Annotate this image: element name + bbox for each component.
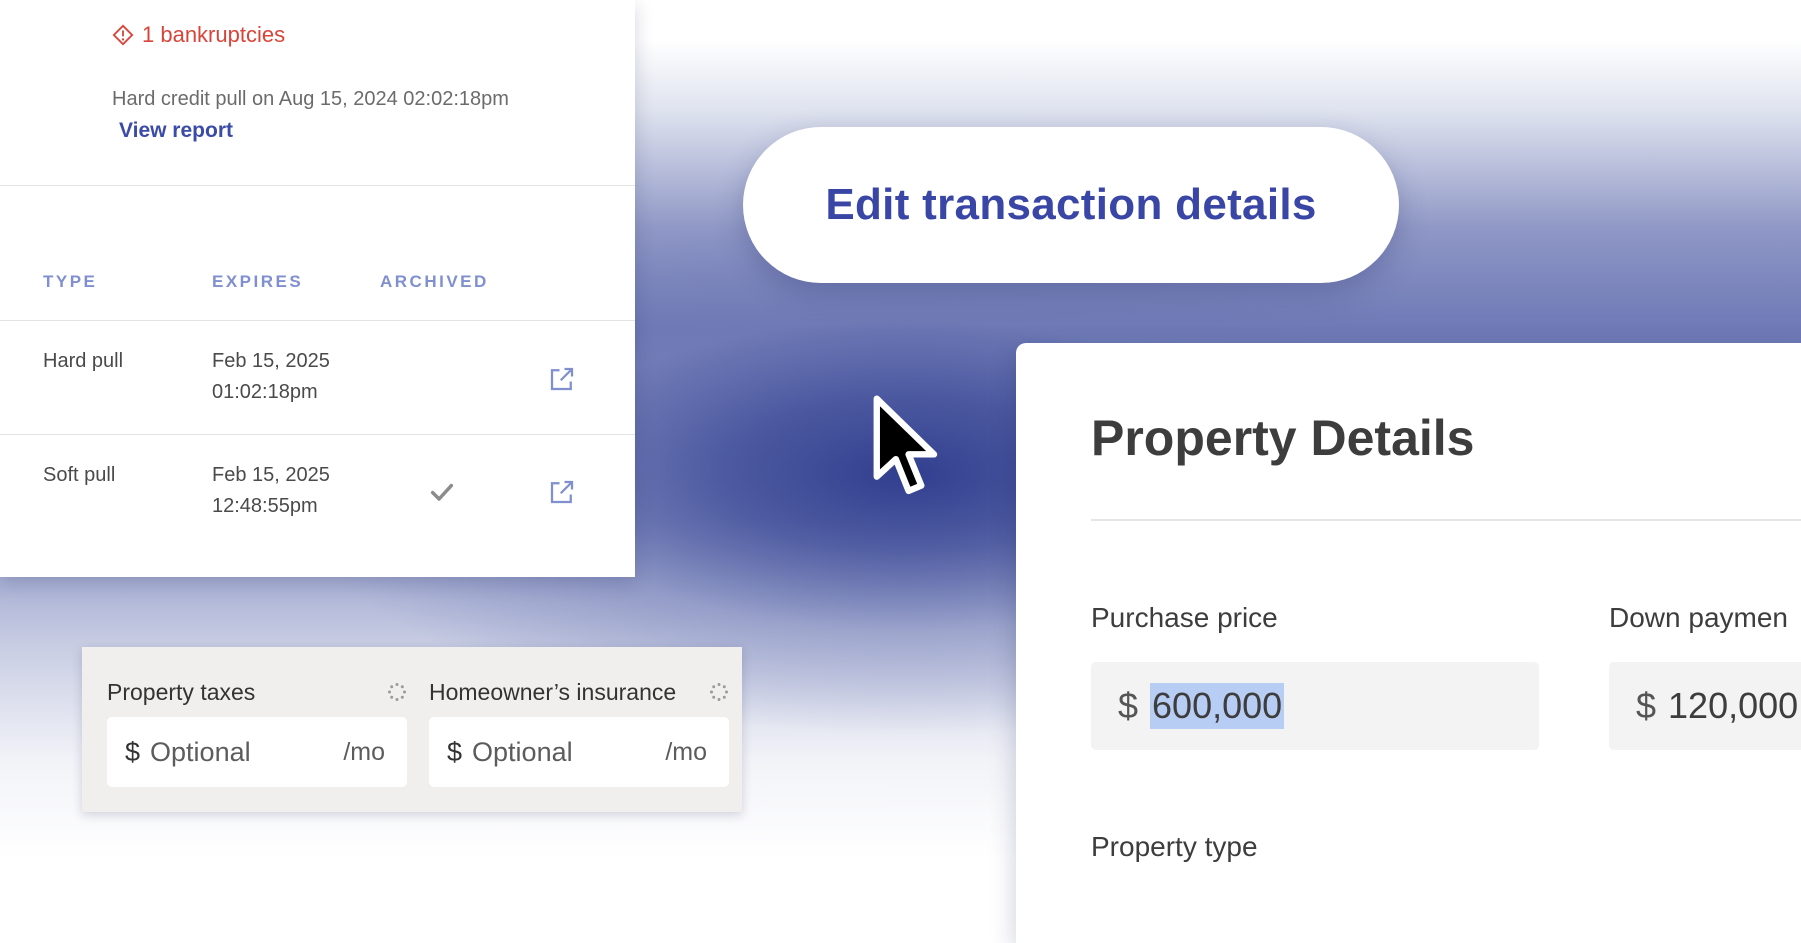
row-expires-date: Feb 15, 2025 — [212, 350, 330, 372]
credit-pull-info: Hard credit pull on Aug 15, 2024 02:02:1… — [112, 88, 509, 110]
currency-symbol: $ — [125, 736, 141, 767]
table-divider — [0, 320, 635, 321]
homeowners-insurance-label: Homeowner’s insurance — [429, 679, 677, 705]
purchase-price-input[interactable]: $ 600,000 — [1091, 662, 1539, 750]
row-type: Hard pull — [43, 350, 124, 372]
unit-suffix: /mo — [343, 737, 385, 766]
currency-symbol: $ — [447, 736, 463, 767]
view-report-link[interactable]: View report — [119, 119, 233, 143]
bankruptcy-count: 1 bankruptcies — [142, 22, 286, 47]
down-payment-input[interactable]: $ 120,000 — [1609, 662, 1801, 750]
property-taxes-input[interactable]: $ Optional /mo — [107, 717, 407, 787]
loading-spinner-icon — [388, 683, 406, 701]
external-link-icon[interactable] — [547, 477, 577, 507]
row-expires-time: 01:02:18pm — [212, 381, 318, 403]
placeholder-text: Optional — [150, 736, 251, 767]
property-details-card: Property Details Purchase price $ 600,00… — [1016, 343, 1801, 943]
loading-spinner-icon — [710, 683, 728, 701]
row-expires-date: Feb 15, 2025 — [212, 464, 330, 486]
currency-symbol: $ — [1636, 685, 1657, 726]
column-header-archived: ARCHIVED — [380, 272, 489, 291]
column-header-type: TYPE — [43, 272, 98, 291]
external-link-icon[interactable] — [547, 364, 577, 394]
down-payment-label: Down paymen — [1609, 602, 1788, 633]
edit-transaction-details-button[interactable]: Edit transaction details — [743, 127, 1399, 283]
property-type-label: Property type — [1091, 831, 1258, 862]
homeowners-insurance-input[interactable]: $ Optional /mo — [429, 717, 729, 787]
checkmark-icon — [430, 483, 454, 501]
table-divider — [0, 434, 635, 435]
placeholder-text: Optional — [472, 736, 573, 767]
row-type: Soft pull — [43, 464, 116, 486]
mouse-pointer-icon — [873, 395, 938, 495]
purchase-price-label: Purchase price — [1091, 602, 1278, 633]
taxes-insurance-card: Property taxes $ Optional /mo Homeowner’… — [82, 647, 742, 812]
title-divider — [1091, 519, 1801, 521]
purchase-price-value: 600,000 — [1150, 683, 1285, 729]
currency-symbol: $ — [1118, 685, 1139, 726]
column-header-expires: EXPIRES — [212, 272, 304, 291]
warning-diamond-icon — [112, 24, 134, 46]
property-taxes-label: Property taxes — [107, 679, 256, 705]
row-expires-time: 12:48:55pm — [212, 495, 318, 517]
credit-report-card: 1 bankruptcies Hard credit pull on Aug 1… — [0, 0, 635, 577]
bankruptcy-alert: 1 bankruptcies — [112, 22, 285, 48]
down-payment-value: 120,000 — [1668, 685, 1799, 726]
unit-suffix: /mo — [665, 737, 707, 766]
page-title: Property Details — [1091, 410, 1475, 466]
section-divider — [0, 185, 635, 186]
